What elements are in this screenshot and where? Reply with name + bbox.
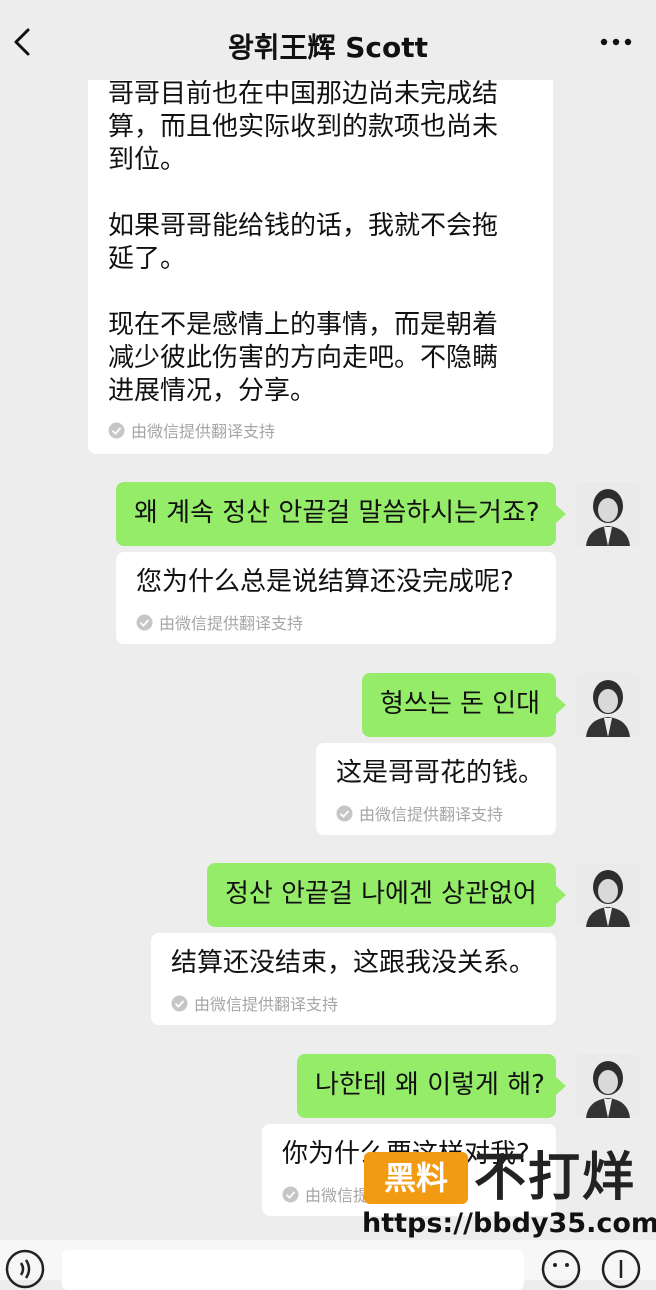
translation-card: 这是哥哥花的钱。 由微信提供翻译支持 [316,743,556,835]
sent-message[interactable]: 왜 계속 정산 안끝걸 말씀하시는거죠? [116,482,566,546]
translation-text: 这是哥哥花的钱。 [336,758,545,788]
sent-message[interactable]: 정산 안끝걸 나에겐 상관없어 [207,863,566,927]
translation-text: 您为什么总是说结算还没完成呢? [136,567,514,597]
translation-note: 由微信提供翻译支持 [108,418,275,442]
check-icon [171,995,188,1011]
voice-icon[interactable] [4,1248,46,1290]
sent-message[interactable]: 나한테 왜 이렇게 해? [297,1054,566,1118]
received-message[interactable]: 哥哥目前也在中国那边尚未完成结 算，而且他实际收到的款项也尚未 到位。 如果哥哥… [88,52,553,454]
translation-note: 由微信提供翻译支持 [171,991,338,1015]
watermark-brand: 不打烊 [474,1148,637,1208]
message-text: 형쓰는 돈 인대 [380,689,541,719]
avatar[interactable] [576,863,640,927]
message-text: 哥哥目前也在中国那边尚未完成结 算，而且他实际收到的款项也尚未 到位。 如果哥哥… [108,79,499,406]
translation-note-text: 由微信提供翻译支持 [159,614,304,633]
avatar[interactable] [576,673,640,737]
translation-note-text: 由微信提供翻译支持 [131,422,276,441]
more-icon[interactable] [598,30,634,54]
translation-note: 由微信提供翻译支持 [336,801,503,825]
translation-note: 由微信提供翻译支持 [136,610,303,634]
watermark-badge: 黑料 [364,1152,468,1204]
message-input[interactable] [62,1250,524,1290]
sent-message[interactable]: 형쓰는 돈 인대 [362,673,566,737]
chat-header: 왕휘王辉 Scott [0,0,656,80]
avatar[interactable] [576,482,640,546]
check-icon [336,805,353,821]
translation-card: 您为什么总是说结算还没完成呢? 由微信提供翻译支持 [116,552,556,644]
chat-title: 왕휘王辉 Scott [227,31,429,64]
emoji-icon[interactable] [540,1248,582,1290]
translation-text: 结算还没结束，这跟我没关系。 [171,948,536,978]
check-icon [136,614,153,630]
check-icon [108,422,125,438]
input-bar [0,1240,656,1290]
plus-icon[interactable] [600,1248,642,1290]
translation-note-text: 由微信提供翻译支持 [194,995,339,1014]
translation-note-text: 由微信提供翻译支持 [359,805,504,824]
message-text: 나한테 왜 이렇게 해? [315,1070,545,1100]
avatar[interactable] [576,1054,640,1118]
check-icon [282,1186,299,1202]
message-text: 왜 계속 정산 안끝걸 말씀하시는거죠? [134,498,540,528]
watermark-url: https://bbdy35.com [362,1208,656,1239]
translation-card: 结算还没结束，这跟我没关系。 由微信提供翻译支持 [151,933,556,1025]
watermark: 黑料 不打烊 https://bbdy35.com [362,1148,656,1240]
message-text: 정산 안끝걸 나에겐 상관없어 [225,879,537,909]
